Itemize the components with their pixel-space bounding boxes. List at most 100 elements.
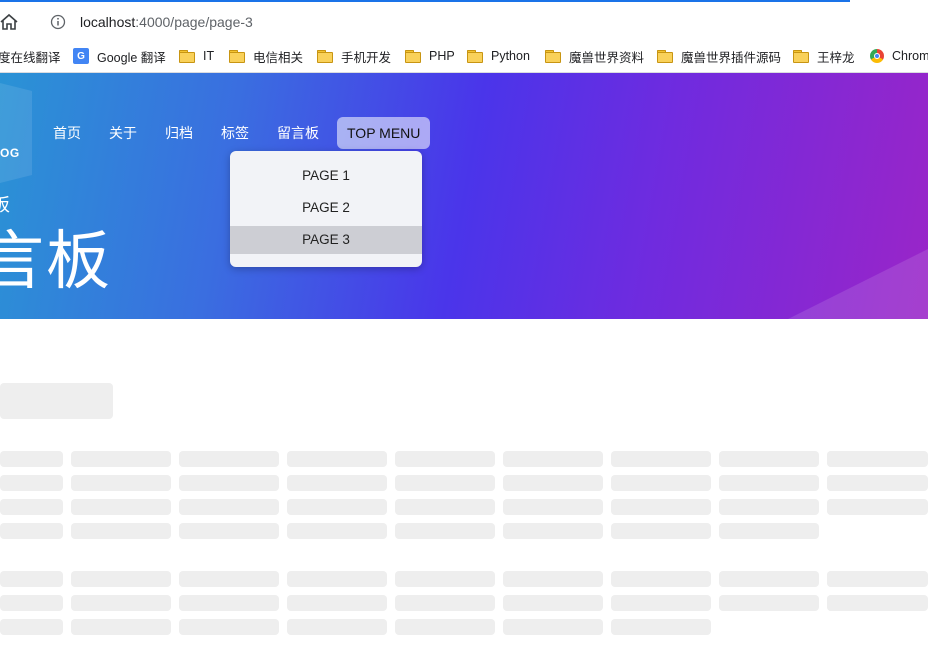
bookmark-label: 电信相关 [253,50,304,65]
bookmark-it[interactable]: IT [179,46,214,66]
skeleton-line [611,595,711,611]
skeleton-line [71,475,171,491]
skeleton-line [611,619,711,635]
skeleton-line [179,451,279,467]
skeleton-line [71,451,171,467]
skeleton-line [395,475,495,491]
skeleton-line [503,619,603,635]
skeleton-line [827,595,928,611]
decorative-shape [0,73,32,193]
skeleton-line [719,499,819,515]
skeleton-line [0,571,63,587]
folder-icon [317,49,333,63]
bookmark-label: 王梓龙 [817,50,855,65]
skeleton-line [503,595,603,611]
info-icon[interactable] [50,14,66,30]
skeleton-line [71,523,171,539]
nav-archive[interactable]: 归档 [165,117,193,149]
skeleton-line [719,595,819,611]
skeleton-line [395,619,495,635]
url-host: localhost [80,14,136,30]
hero-header: OG 首页 关于 归档 标签 留言板 TOP MENU 板 言板 [0,73,928,319]
skeleton-line [827,451,928,467]
skeleton-line [611,523,711,539]
skeleton-line [827,475,928,491]
bookmark-baidu-translate[interactable]: 度在线翻译 [0,46,61,66]
skeleton-line [287,571,387,587]
decorative-shape [788,249,928,319]
folder-icon [405,49,421,63]
bookmarks-bar: 度在线翻译 G Google 翻译 IT 电信相关 手机开发 PHP Python… [0,40,928,73]
skeleton-line [287,499,387,515]
folder-icon [229,49,245,63]
folder-icon [657,49,673,63]
loading-bar [0,0,850,2]
skeleton-line [0,451,63,467]
url-text[interactable]: localhost:4000/page/page-3 [80,14,253,30]
dropdown-item-page-1[interactable]: PAGE 1 [230,162,422,190]
folder-icon [467,49,483,63]
skeleton-line [0,475,63,491]
skeleton-line [179,571,279,587]
folder-icon [793,49,809,63]
skeleton-line [395,523,495,539]
skeleton-line [179,595,279,611]
bookmark-label: 魔兽世界资料 [569,50,645,65]
skeleton-line [395,499,495,515]
skeleton-line [611,475,711,491]
skeleton-title [0,383,113,419]
skeleton-line [719,451,819,467]
home-icon[interactable] [0,13,18,31]
url-path: :4000/page/page-3 [135,14,253,30]
bookmark-label: Chrom [892,49,928,63]
skeleton-line [179,619,279,635]
chrome-icon [870,49,884,63]
bookmark-label: 手机开发 [341,50,392,65]
folder-icon [545,49,561,63]
top-menu-dropdown: PAGE 1 PAGE 2 PAGE 3 [230,151,422,267]
skeleton-line [503,499,603,515]
skeleton-line [503,451,603,467]
bookmark-label: 魔兽世界插件源码 [681,50,782,65]
skeleton-line [395,451,495,467]
skeleton-line [179,475,279,491]
skeleton-line [287,475,387,491]
bookmark-telecom[interactable]: 电信相关 [229,46,303,66]
nav-tags[interactable]: 标签 [221,117,249,149]
dropdown-item-page-3[interactable]: PAGE 3 [230,226,422,254]
skeleton-line [0,499,63,515]
bookmark-python[interactable]: Python [467,46,530,66]
nav-home[interactable]: 首页 [53,117,81,149]
skeleton-line [611,571,711,587]
skeleton-line [287,619,387,635]
nav-about[interactable]: 关于 [109,117,137,149]
google-translate-icon: G [73,48,89,64]
skeleton-line [827,571,928,587]
bookmark-chrome[interactable]: Chrom [870,46,928,66]
address-bar[interactable]: localhost:4000/page/page-3 [0,6,928,40]
skeleton-line [0,523,63,539]
bookmark-wow-addons[interactable]: 魔兽世界插件源码 [657,46,781,66]
dropdown-item-page-2[interactable]: PAGE 2 [230,194,422,222]
bookmark-label: IT [203,49,215,63]
site-logo[interactable]: OG [0,146,20,160]
hero-subtitle: 板 [0,195,10,215]
bookmark-google-translate[interactable]: G Google 翻译 [73,46,166,66]
bookmark-wang[interactable]: 王梓龙 [793,46,855,66]
nav-guestbook[interactable]: 留言板 [277,117,319,149]
skeleton-line [0,619,63,635]
bookmark-wow-data[interactable]: 魔兽世界资料 [545,46,644,66]
skeleton-line [395,571,495,587]
skeleton-line [719,475,819,491]
skeleton-line [71,595,171,611]
skeleton-line [503,523,603,539]
bookmark-label: Google 翻译 [97,50,166,65]
nav-top-menu[interactable]: TOP MENU [337,117,431,149]
skeleton-line [287,523,387,539]
skeleton-line [719,523,819,539]
bookmark-php[interactable]: PHP [405,46,455,66]
skeleton-line [0,595,63,611]
bookmark-mobile-dev[interactable]: 手机开发 [317,46,391,66]
page-title: 言板 [0,225,112,297]
skeleton-line [71,619,171,635]
